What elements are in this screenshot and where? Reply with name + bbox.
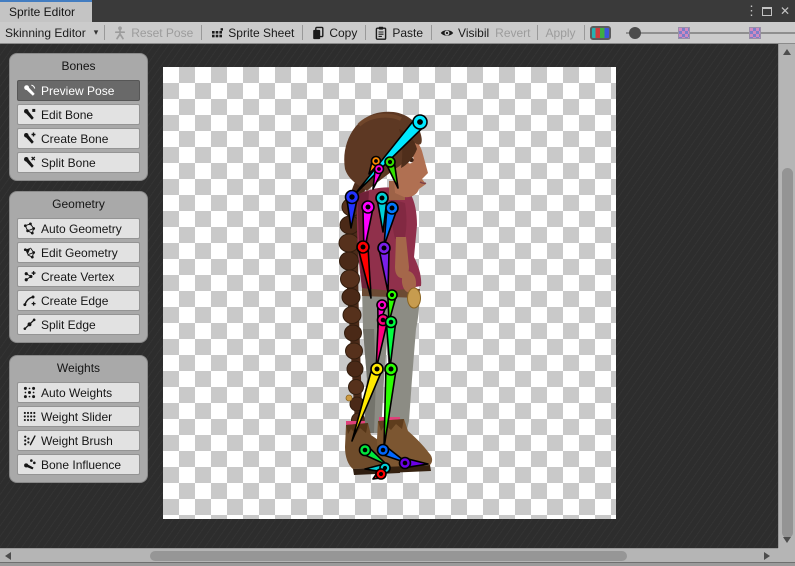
edit-geometry-label: Edit Geometry xyxy=(41,246,118,260)
reset-pose-label: Reset Pose xyxy=(131,26,193,40)
split-edge-label: Split Edge xyxy=(41,318,96,332)
preview-pose-icon xyxy=(23,84,36,97)
vertical-scrollbar[interactable] xyxy=(778,44,795,548)
paste-button[interactable]: Paste xyxy=(366,22,431,44)
toolbar-separator xyxy=(584,25,585,40)
mip-level-slider[interactable] xyxy=(622,22,795,44)
auto-weights-label: Auto Weights xyxy=(41,386,112,400)
sprite-sheet-button[interactable]: Sprite Sheet xyxy=(202,22,302,44)
create-bone-button[interactable]: Create Bone xyxy=(17,128,140,149)
weight-brush-label: Weight Brush xyxy=(41,434,113,448)
create-vertex-label: Create Vertex xyxy=(41,270,114,284)
sprite-canvas[interactable] xyxy=(163,67,616,519)
create-bone-label: Create Bone xyxy=(41,132,108,146)
create-bone-icon xyxy=(23,132,36,145)
split-edge-button[interactable]: Split Edge xyxy=(17,314,140,335)
sprite-sheet-icon xyxy=(210,26,224,40)
weight-brush-button[interactable]: Weight Brush xyxy=(17,430,140,451)
scroll-right-arrow-icon[interactable] xyxy=(764,552,770,560)
bone-influence-button[interactable]: Bone Influence xyxy=(17,454,140,475)
auto-weights-button[interactable]: Auto Weights xyxy=(17,382,140,403)
titlebar: Sprite Editor ⋮ ✕ xyxy=(0,0,795,22)
vertical-scrollbar-thumb[interactable] xyxy=(782,168,793,538)
visibility-eye-icon xyxy=(440,26,454,40)
sprite-sheet-label: Sprite Sheet xyxy=(228,26,294,40)
copy-button[interactable]: Copy xyxy=(303,22,365,44)
slider-track[interactable] xyxy=(626,32,795,34)
visibility-label: Visibil xyxy=(458,26,489,40)
scrollbar-corner xyxy=(778,548,795,562)
edit-bone-button[interactable]: Edit Bone xyxy=(17,104,140,125)
bone-influence-label: Bone Influence xyxy=(41,458,121,472)
reset-pose-icon xyxy=(113,26,127,40)
auto-geometry-label: Auto Geometry xyxy=(41,222,122,236)
preview-pose-button[interactable]: Preview Pose xyxy=(17,80,140,101)
chevron-down-icon: ▾ xyxy=(94,27,99,38)
sprite-view xyxy=(163,67,616,519)
sprite-editor-window: Sprite Editor ⋮ ✕ Skinning Editor ▾ Rese… xyxy=(0,0,795,566)
auto-weights-icon xyxy=(23,386,36,399)
toolbar: Skinning Editor ▾ Reset Pose Sprite Shee… xyxy=(0,22,795,44)
edit-geometry-icon xyxy=(23,246,36,259)
create-vertex-icon xyxy=(23,270,36,283)
close-icon[interactable]: ✕ xyxy=(779,4,791,18)
window-controls: ⋮ ✕ xyxy=(745,0,791,22)
kebab-menu-icon[interactable]: ⋮ xyxy=(745,3,755,19)
copy-icon xyxy=(311,26,325,40)
tab-sprite-editor[interactable]: Sprite Editor xyxy=(0,0,92,22)
horizontal-scrollbar-thumb[interactable] xyxy=(150,551,627,561)
panel-geometry: Geometry Auto Geometry Edit Geometry Cre… xyxy=(9,191,148,343)
panel-weights-buttons: Auto Weights Weight Slider Weight Brush … xyxy=(17,382,140,475)
edit-geometry-button[interactable]: Edit Geometry xyxy=(17,242,140,263)
skinning-editor-dropdown[interactable]: Skinning Editor ▾ xyxy=(0,22,104,44)
edit-bone-icon xyxy=(23,108,36,121)
slider-handle[interactable] xyxy=(629,27,641,39)
maximize-icon[interactable] xyxy=(762,7,772,16)
bottom-edge xyxy=(0,562,795,566)
paste-icon xyxy=(374,26,388,40)
mip-texture-icon xyxy=(678,27,690,39)
split-bone-icon xyxy=(23,156,36,169)
horizontal-scrollbar[interactable] xyxy=(0,548,778,562)
edit-bone-label: Edit Bone xyxy=(41,108,93,122)
panel-weights: Weights Auto Weights Weight Slider Weigh… xyxy=(9,355,148,483)
scroll-left-arrow-icon[interactable] xyxy=(5,552,11,560)
panel-weights-title: Weights xyxy=(17,361,140,376)
workspace: Bones Preview Pose Edit Bone Create Bone… xyxy=(0,44,795,566)
copy-label: Copy xyxy=(329,26,357,40)
panel-geometry-buttons: Auto Geometry Edit Geometry Create Verte… xyxy=(17,218,140,335)
auto-geometry-icon xyxy=(23,222,36,235)
split-edge-icon xyxy=(23,318,36,331)
split-bone-label: Split Bone xyxy=(41,156,96,170)
create-vertex-button[interactable]: Create Vertex xyxy=(17,266,140,287)
weight-slider-label: Weight Slider xyxy=(41,410,112,424)
weight-brush-icon xyxy=(23,434,36,447)
tab-title: Sprite Editor xyxy=(9,5,75,19)
apply-button[interactable]: Apply xyxy=(538,22,584,44)
weight-slider-button[interactable]: Weight Slider xyxy=(17,406,140,427)
bone-influence-icon xyxy=(23,458,36,471)
create-edge-label: Create Edge xyxy=(41,294,108,308)
scroll-down-arrow-icon[interactable] xyxy=(783,537,791,543)
skinning-editor-label: Skinning Editor xyxy=(5,26,86,40)
panel-bones-buttons: Preview Pose Edit Bone Create Bone Split… xyxy=(17,80,140,173)
create-edge-button[interactable]: Create Edge xyxy=(17,290,140,311)
weight-slider-icon xyxy=(23,410,36,423)
color-channels-swatch-button[interactable] xyxy=(590,26,611,40)
apply-label: Apply xyxy=(546,26,576,40)
reset-pose-button[interactable]: Reset Pose xyxy=(105,22,201,44)
auto-geometry-button[interactable]: Auto Geometry xyxy=(17,218,140,239)
mip-texture-icon xyxy=(749,27,761,39)
split-bone-button[interactable]: Split Bone xyxy=(17,152,140,173)
panel-bones: Bones Preview Pose Edit Bone Create Bone… xyxy=(9,53,148,181)
paste-label: Paste xyxy=(392,26,423,40)
preview-pose-label: Preview Pose xyxy=(41,84,114,98)
visibility-button[interactable]: Visibil xyxy=(432,22,489,44)
create-edge-icon xyxy=(23,294,36,307)
scroll-up-arrow-icon[interactable] xyxy=(783,49,791,55)
revert-button[interactable]: Revert xyxy=(489,22,536,44)
panel-bones-title: Bones xyxy=(17,59,140,74)
revert-label: Revert xyxy=(495,26,530,40)
panel-geometry-title: Geometry xyxy=(17,197,140,212)
